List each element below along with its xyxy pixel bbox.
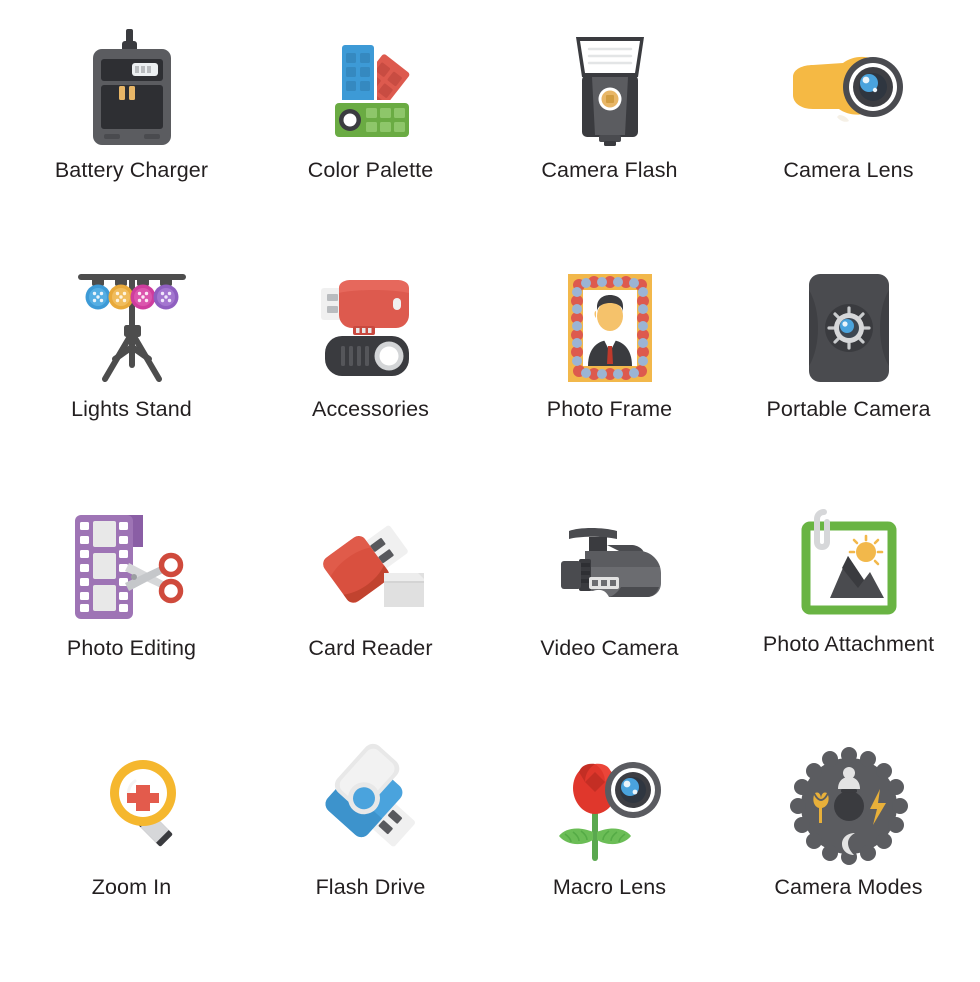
battery-charger-icon[interactable] [62, 26, 202, 152]
icon-cell-card-reader[interactable]: Card Reader [251, 504, 490, 743]
icon-label: Camera Modes [774, 875, 923, 899]
icon-label: Macro Lens [552, 875, 667, 899]
icon-cell-video-camera[interactable]: Video Camera [490, 504, 729, 743]
video-camera-icon[interactable] [540, 504, 680, 630]
camera-flash-icon[interactable] [540, 26, 680, 152]
icon-label: Battery Charger [54, 158, 209, 182]
icon-label: Zoom In [91, 875, 172, 899]
icon-cell-portable-camera[interactable]: Portable Camera [729, 265, 968, 504]
icon-label: Photo Frame [546, 397, 673, 421]
icon-cell-lights-stand[interactable]: Lights Stand [12, 265, 251, 504]
icon-cell-camera-flash[interactable]: Camera Flash [490, 26, 729, 265]
macro-lens-icon[interactable] [540, 743, 680, 869]
icon-label: Flash Drive [315, 875, 426, 899]
icon-label: Lights Stand [71, 397, 192, 421]
icon-cell-photo-attachment[interactable]: Photo Attachment [729, 504, 968, 743]
photo-attachment-icon[interactable] [779, 504, 919, 630]
camera-modes-icon[interactable] [779, 743, 919, 869]
accessories-icon[interactable] [301, 265, 441, 391]
icon-label: Photo Attachment [762, 632, 935, 656]
icon-cell-photo-editing[interactable]: Photo Editing [12, 504, 251, 743]
color-palette-icon[interactable] [301, 26, 441, 152]
icon-label: Camera Flash [541, 158, 678, 182]
icon-cell-camera-lens[interactable]: Camera Lens [729, 26, 968, 265]
icon-label: Accessories [312, 397, 429, 421]
zoom-in-icon[interactable] [62, 743, 202, 869]
icon-cell-color-palette[interactable]: Color Palette [251, 26, 490, 265]
icon-grid: Battery Charger Color Palette Camera Fla… [12, 0, 968, 982]
icon-cell-macro-lens[interactable]: Macro Lens [490, 743, 729, 982]
photo-frame-icon[interactable] [540, 265, 680, 391]
icon-cell-battery-charger[interactable]: Battery Charger [12, 26, 251, 265]
icon-label: Portable Camera [766, 397, 931, 421]
icon-cell-zoom-in[interactable]: Zoom In [12, 743, 251, 982]
icon-cell-accessories[interactable]: Accessories [251, 265, 490, 504]
photo-editing-icon[interactable] [62, 504, 202, 630]
lights-stand-icon[interactable] [62, 265, 202, 391]
icon-cell-camera-modes[interactable]: Camera Modes [729, 743, 968, 982]
icon-cell-flash-drive[interactable]: Flash Drive [251, 743, 490, 982]
portable-camera-icon[interactable] [779, 265, 919, 391]
flash-drive-icon[interactable] [301, 743, 441, 869]
card-reader-icon[interactable] [301, 504, 441, 630]
icon-cell-photo-frame[interactable]: Photo Frame [490, 265, 729, 504]
camera-lens-icon[interactable] [779, 26, 919, 152]
icon-label: Card Reader [308, 636, 433, 660]
icon-label: Video Camera [540, 636, 679, 660]
icon-label: Color Palette [307, 158, 434, 182]
icon-label: Photo Editing [66, 636, 197, 660]
icon-label: Camera Lens [783, 158, 914, 182]
